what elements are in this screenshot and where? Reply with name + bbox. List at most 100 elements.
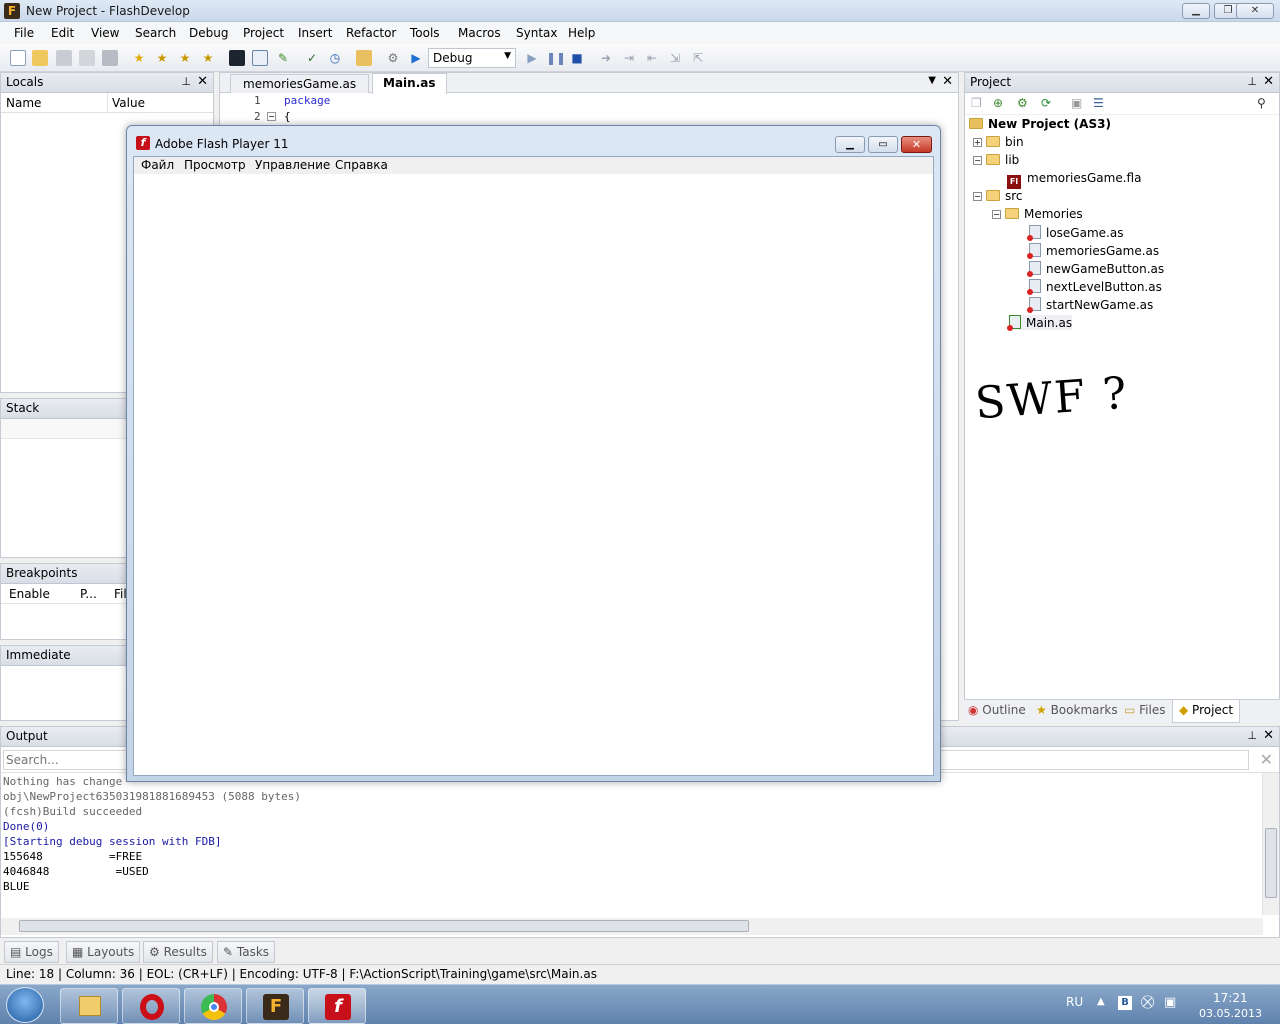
tree-item-bin[interactable]: + bin (973, 135, 1024, 149)
tree-item-lib[interactable]: − lib (973, 153, 1019, 167)
taskbar-chrome[interactable] (184, 988, 242, 1024)
flash-close-button[interactable]: ✕ (901, 136, 932, 153)
step-out-icon[interactable]: ⇤ (644, 50, 660, 66)
tree-item-nextlevelbutton[interactable]: nextLevelButton.as (1027, 279, 1162, 295)
expand-icon[interactable]: + (973, 138, 982, 147)
taskbar-flashdevelop[interactable]: F (246, 988, 304, 1024)
clock-date[interactable]: 03.05.2013 (1199, 1007, 1262, 1020)
language-indicator[interactable]: RU (1066, 995, 1083, 1009)
clear-breakpoints-icon[interactable]: ⇱ (690, 50, 706, 66)
save-icon[interactable] (56, 50, 72, 66)
menu-view[interactable]: View (91, 26, 119, 40)
new-file-icon[interactable] (10, 50, 26, 66)
menu-search[interactable]: Search (135, 26, 176, 40)
pin-icon[interactable]: ⊥ (181, 75, 191, 88)
menu-edit[interactable]: Edit (51, 26, 74, 40)
tree-item-memories[interactable]: − Memories (992, 207, 1083, 221)
breakpoints-col-p[interactable]: P... (80, 587, 97, 601)
vk-icon[interactable]: B (1118, 996, 1132, 1010)
tab-project[interactable]: ◆ Project (1172, 700, 1241, 723)
taskbar-opera[interactable] (122, 988, 180, 1024)
layout-icon[interactable] (252, 50, 268, 66)
flash-stage[interactable] (134, 174, 933, 775)
collapse-tree-icon[interactable]: − (973, 192, 982, 201)
build-icon[interactable]: ✎ (275, 50, 291, 66)
tab-main[interactable]: Main.as (372, 73, 447, 94)
package-icon[interactable] (356, 50, 372, 66)
breakpoints-col-file[interactable]: Fil (114, 587, 127, 601)
start-button[interactable] (6, 987, 44, 1023)
menu-project[interactable]: Project (243, 26, 284, 40)
close-icon[interactable]: ✕ (1263, 728, 1274, 743)
minimize-button[interactable]: ▁ (1182, 3, 1210, 19)
breakpoints-col-enable[interactable]: Enable (9, 587, 50, 601)
close-icon[interactable]: ✕ (197, 74, 208, 89)
menu-debug[interactable]: Debug (189, 26, 228, 40)
tab-files[interactable]: ▭ Files (1124, 703, 1166, 717)
menu-refactor[interactable]: Refactor (346, 26, 396, 40)
collapse-tree-icon[interactable]: − (973, 156, 982, 165)
command-prompt-icon[interactable] (229, 50, 245, 66)
tab-results[interactable]: ⚙ Results (143, 941, 213, 963)
tree-item-memoriesgame[interactable]: memoriesGame.as (1027, 243, 1159, 259)
close-button[interactable]: ✕ (1236, 3, 1274, 19)
tree-item-newgamebutton[interactable]: newGameButton.as (1027, 261, 1164, 277)
step-over-icon[interactable]: ➜ (598, 50, 614, 66)
vertical-scrollbar[interactable] (1262, 773, 1279, 915)
run-icon[interactable]: ▶ (408, 50, 424, 66)
continue-icon[interactable]: ▶ (524, 50, 540, 66)
tab-list-chevron-icon[interactable]: ▼ (928, 75, 936, 86)
tab-tasks[interactable]: ✎ Tasks (217, 941, 276, 963)
save-all-icon[interactable] (79, 50, 95, 66)
properties-icon[interactable]: ☰ (1093, 96, 1104, 110)
copy-icon[interactable]: ❐ (971, 96, 982, 110)
tab-bookmarks[interactable]: ★ Bookmarks (1036, 703, 1118, 717)
close-icon[interactable]: ✕ (1263, 74, 1274, 89)
collapse-icon[interactable]: ▣ (1071, 96, 1082, 110)
tree-item-losegame[interactable]: loseGame.as (1027, 225, 1123, 241)
flash-menu-file[interactable]: Файл (141, 158, 174, 172)
taskbar-flash-player[interactable]: f (308, 988, 366, 1024)
print-icon[interactable] (102, 50, 118, 66)
open-icon[interactable] (32, 50, 48, 66)
tree-item-src[interactable]: − src (973, 189, 1023, 203)
check-syntax-icon[interactable]: ✓ (304, 50, 320, 66)
network-icon[interactable]: ⛒ (1141, 995, 1154, 1010)
bookmark-next-icon[interactable]: ★ (154, 50, 170, 66)
build-config-select[interactable]: Debug ▼ (428, 48, 516, 68)
tab-outline[interactable]: ◉ Outline (968, 703, 1026, 717)
binoculars-icon[interactable]: ⚲ (1257, 96, 1266, 110)
tray-expand-icon[interactable]: ▲ (1097, 996, 1105, 1007)
tree-item-startnewgame[interactable]: startNewGame.as (1027, 297, 1153, 313)
tree-root[interactable]: New Project (AS3) (969, 117, 1111, 131)
refresh-icon[interactable]: ⟳ (1041, 96, 1051, 110)
menu-file[interactable]: File (14, 26, 34, 40)
bookmark-prev-icon[interactable]: ★ (177, 50, 193, 66)
pin-icon[interactable]: ⊥ (1247, 729, 1257, 742)
menu-macros[interactable]: Macros (458, 26, 501, 40)
locals-col-name[interactable]: Name (6, 96, 41, 110)
tree-item-fla[interactable]: Fl memoriesGame.fla (1007, 171, 1141, 189)
flash-menu-help[interactable]: Справка (335, 158, 388, 172)
monitor-icon[interactable]: ▣ (1164, 995, 1176, 1010)
menu-syntax[interactable]: Syntax (516, 26, 557, 40)
add-icon[interactable]: ⊕ (993, 96, 1003, 110)
flash-minimize-button[interactable]: ▁ (835, 136, 865, 153)
bookmark-clear-icon[interactable]: ★ (200, 50, 216, 66)
step-into-icon[interactable]: ⇥ (621, 50, 637, 66)
locals-col-value[interactable]: Value (112, 96, 145, 110)
menu-insert[interactable]: Insert (298, 26, 332, 40)
collapse-tree-icon[interactable]: − (992, 210, 1001, 219)
output-text[interactable]: Nothing has change obj\NewProject6350319… (1, 773, 1279, 915)
menu-help[interactable]: Help (568, 26, 595, 40)
horizontal-scrollbar[interactable] (1, 918, 1263, 935)
toggle-breakpoint-icon[interactable]: ⇲ (667, 50, 683, 66)
tab-layouts[interactable]: ▦ Layouts (66, 941, 141, 963)
flash-menu-control[interactable]: Управление (255, 158, 330, 172)
clock-time[interactable]: 17:21 (1213, 991, 1248, 1005)
pause-icon[interactable]: ❚❚ (546, 50, 566, 66)
tab-memoriesgame[interactable]: memoriesGame.as (230, 74, 370, 93)
scrollbar-thumb[interactable] (1265, 828, 1277, 898)
taskbar-explorer[interactable] (60, 988, 118, 1024)
bookmark-star-icon[interactable]: ★ (131, 50, 147, 66)
